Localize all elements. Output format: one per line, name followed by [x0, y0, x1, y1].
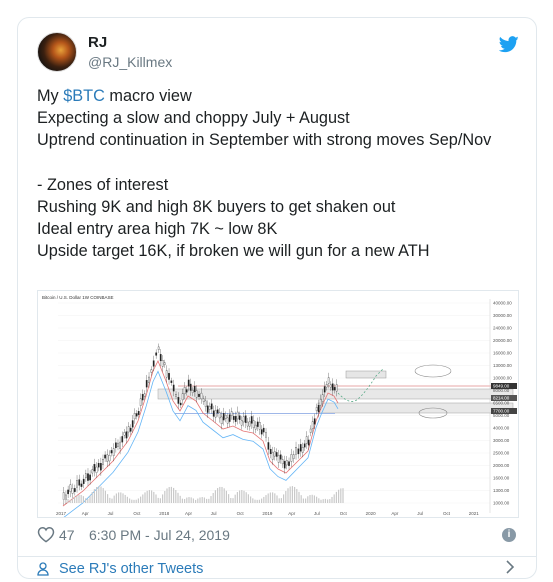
tweet-card: RJ @RJ_Killmex My $BTC macro view Expect…	[17, 17, 537, 579]
y-axis-label: 10000.00	[493, 376, 512, 381]
x-axis-label: Oct	[237, 511, 245, 516]
y-axis-label: 16000.00	[493, 351, 512, 356]
chart-header-text: Bitcoin / U.S. Dollar 1W COINBASE	[42, 295, 114, 300]
author-handle[interactable]: @RJ_Killmex	[88, 54, 172, 70]
x-axis-label: Oct	[443, 511, 451, 516]
person-icon	[37, 562, 49, 576]
y-axis-label: 6500.00	[493, 401, 510, 406]
author-name[interactable]: RJ	[88, 34, 107, 51]
tweet-header: RJ @RJ_Killmex	[37, 32, 519, 74]
x-axis-label: Oct	[340, 511, 348, 516]
info-icon[interactable]: i	[502, 528, 516, 542]
x-axis-label: Oct	[133, 511, 141, 516]
text-body: Expecting a slow and choppy July + Augus…	[37, 109, 492, 261]
x-axis-label: Apr	[391, 511, 399, 516]
x-axis-label: Jul	[108, 511, 114, 516]
x-axis-label: 2019	[262, 511, 273, 516]
y-axis-label: 2000.00	[493, 463, 510, 468]
tweet-image[interactable]: 40000.00 30000.00 24000.00 20000.00 16000.00…	[37, 290, 519, 518]
y-axis-label: 1600.00	[493, 476, 510, 481]
x-axis-label: Apr	[185, 511, 193, 516]
like-count[interactable]: 47	[59, 527, 75, 543]
heart-icon[interactable]	[37, 526, 55, 543]
y-axis-label: 20000.00	[493, 338, 512, 343]
y-axis-label: 1300.00	[493, 488, 510, 493]
x-axis-label: Jul	[314, 511, 320, 516]
y-axis-label: 1000.00	[493, 501, 510, 506]
chevron-right-icon	[506, 560, 515, 574]
x-axis-label: Apr	[82, 511, 90, 516]
cashtag-link[interactable]: $BTC	[63, 87, 105, 105]
x-axis-label: Jul	[211, 511, 217, 516]
y-axis-label: 40000.00	[493, 301, 512, 306]
y-axis-label: 24000.00	[493, 326, 512, 331]
btc-chart-image: 40000.00 30000.00 24000.00 20000.00 16000.00…	[38, 291, 518, 517]
see-other-tweets-link[interactable]: See RJ's other Tweets	[37, 556, 519, 578]
avatar[interactable]	[37, 32, 77, 72]
x-axis-label: Apr	[288, 511, 296, 516]
y-axis-label: 3000.00	[493, 438, 510, 443]
y-axis-label: 13000.00	[493, 363, 512, 368]
x-axis-label: 2020	[366, 511, 377, 516]
y-axis-label: 4000.00	[493, 426, 510, 431]
text-line1-rest: macro view	[104, 87, 192, 105]
x-axis-label: Jul	[417, 511, 423, 516]
price-tag: 7700.00	[493, 409, 510, 414]
see-other-tweets-label: See RJ's other Tweets	[59, 561, 204, 577]
timestamp[interactable]: 6:30 PM - Jul 24, 2019	[89, 527, 230, 543]
x-axis-label: 2021	[469, 511, 480, 516]
tweet-text: My $BTC macro view Expecting a slow and …	[37, 85, 517, 263]
twitter-bird-icon[interactable]	[499, 36, 519, 53]
price-tag: 9849.00	[493, 384, 510, 389]
text-prefix: My	[37, 87, 64, 105]
price-tag: 8214.00	[493, 396, 510, 401]
y-axis-label: 30000.00	[493, 313, 512, 318]
y-axis-label: 2500.00	[493, 451, 510, 456]
tweet-footer: 47 6:30 PM - Jul 24, 2019 i	[37, 525, 519, 547]
x-axis-label: 2017	[56, 511, 67, 516]
x-axis-label: 2018	[159, 511, 170, 516]
